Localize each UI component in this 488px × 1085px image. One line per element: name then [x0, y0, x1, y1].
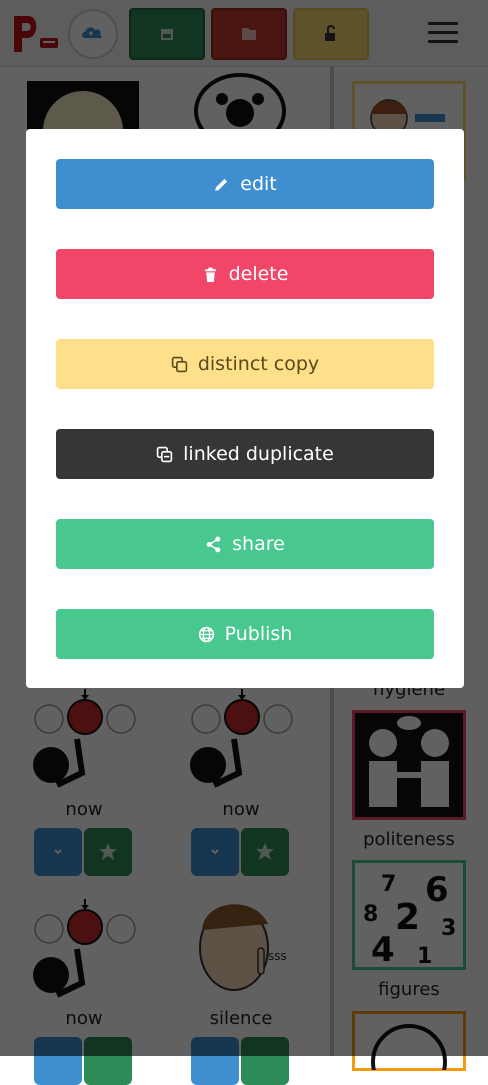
distinct-copy-button[interactable]: distinct copy — [56, 339, 434, 389]
delete-label: delete — [228, 263, 289, 285]
delete-button[interactable]: delete — [56, 249, 434, 299]
linked-icon — [156, 446, 173, 462]
distinct-copy-label: distinct copy — [197, 353, 320, 375]
linked-duplicate-label: linked duplicate — [183, 443, 334, 465]
globe-icon — [198, 626, 214, 642]
edit-label: edit — [240, 173, 277, 195]
edit-button[interactable]: edit — [56, 159, 434, 209]
linked-duplicate-button[interactable]: linked duplicate — [56, 429, 434, 479]
publish-button[interactable]: Publish — [56, 609, 434, 659]
copy-icon — [171, 356, 188, 372]
actions-modal: edit delete distinct copy linked duplica… — [26, 129, 464, 688]
publish-label: Publish — [224, 623, 293, 645]
share-label: share — [232, 533, 285, 555]
share-button[interactable]: share — [56, 519, 434, 569]
trash-icon — [204, 267, 216, 282]
share-icon — [206, 536, 221, 552]
pencil-icon — [215, 178, 228, 191]
